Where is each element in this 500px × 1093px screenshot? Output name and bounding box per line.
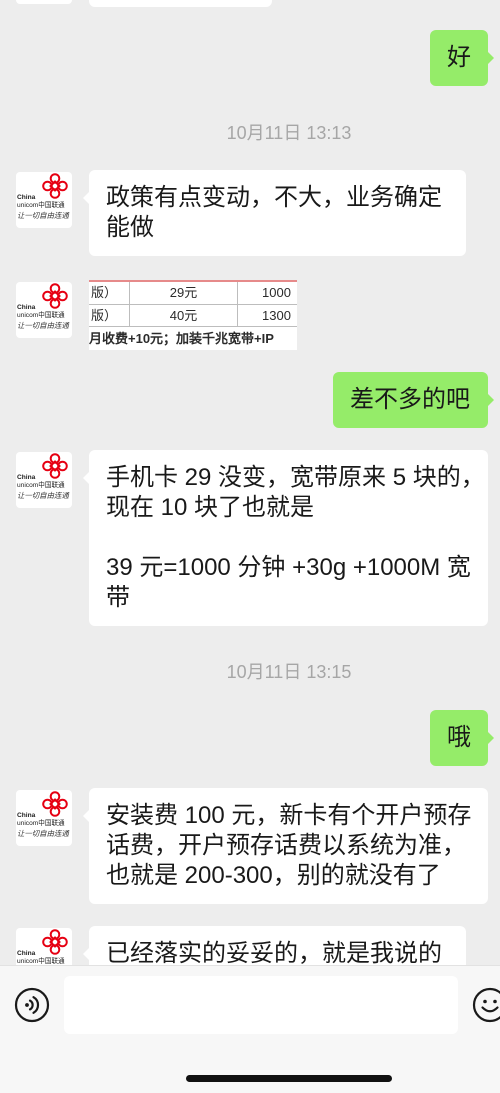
home-indicator[interactable] — [186, 1075, 392, 1082]
received-message-bubble[interactable]: 已经落实的妥妥的，就是我说的 — [83, 926, 466, 965]
message-text: 也就是 200-300，别的就没有了 — [106, 862, 441, 889]
contact-avatar[interactable]: China unicom中国联通 让一切自由连通 — [16, 928, 72, 965]
logo-text: unicom中国联通 — [17, 956, 65, 965]
table-cell: 版） — [89, 282, 130, 304]
message-text: 安装费 100 元，新卡有个开户预存 — [106, 802, 472, 829]
message-list[interactable]: 好 10月11日 13:13 China unicom中国联通 让一切自由连通 … — [0, 0, 500, 965]
table-row: 版） 29元 1000 — [89, 282, 297, 305]
table-cell: 版） — [89, 305, 130, 326]
message-text: 话费，开户预存话费以系统为准， — [106, 832, 466, 859]
message-text: 能做 — [106, 214, 154, 241]
timestamp: 10月11日 13:13 — [226, 123, 352, 143]
message-text: 现在 10 块了也就是 — [106, 494, 315, 521]
logo-text: China — [17, 194, 36, 201]
table-cell: 1000 — [262, 285, 291, 300]
sent-message-bubble[interactable]: 差不多的吧 — [333, 372, 494, 428]
message-input[interactable] — [64, 976, 458, 1034]
contact-avatar[interactable]: China unicom中国联通 让一切自由连通 — [16, 172, 72, 228]
message-text: 带 — [106, 584, 130, 611]
received-message-bubble-partial[interactable] — [89, 0, 272, 7]
timestamp: 10月11日 13:15 — [226, 662, 352, 682]
table-row: 版） 40元 1300 — [89, 305, 297, 327]
message-text: 好 — [447, 44, 471, 71]
emoji-icon[interactable] — [472, 987, 500, 1023]
logo-text: unicom中国联通 — [17, 480, 65, 489]
image-message[interactable]: 版） 29元 1000 版） 40元 1300 月收费+10元；加装千兆宽带+I… — [89, 280, 297, 350]
logo-slogan: 让一切自由连通 — [17, 491, 70, 500]
table-cell: 40元 — [130, 305, 238, 326]
input-bar — [0, 965, 500, 1093]
contact-avatar-partial[interactable] — [16, 0, 72, 4]
received-message-bubble[interactable]: 安装费 100 元，新卡有个开户预存 话费，开户预存话费以系统为准， 也就是 2… — [83, 788, 488, 904]
table-cell: 1300 — [262, 308, 291, 323]
logo-text: unicom中国联通 — [17, 200, 65, 209]
china-unicom-logo: China unicom中国联通 让一切自由连通 — [17, 791, 70, 838]
message-text: 政策有点变动，不大，业务确定 — [106, 184, 442, 211]
logo-text: China — [17, 812, 36, 819]
logo-slogan: 让一切自由连通 — [17, 321, 70, 330]
china-unicom-logo: China unicom中国联通 让一切自由连通 — [17, 173, 70, 220]
logo-text: unicom中国联通 — [17, 818, 65, 827]
contact-avatar[interactable]: China unicom中国联通 让一切自由连通 — [16, 282, 72, 338]
china-unicom-logo: China unicom中国联通 让一切自由连通 — [17, 283, 70, 330]
message-text: 已经落实的妥妥的，就是我说的 — [106, 940, 442, 965]
message-text: 手机卡 29 没变，宽带原来 5 块的， — [106, 464, 485, 491]
china-unicom-logo: China unicom中国联通 让一切自由连通 — [17, 929, 68, 965]
message-text: 39 元=1000 分钟 +30g +1000M 宽 — [106, 554, 471, 581]
message-text: 哦 — [447, 724, 471, 751]
contact-avatar[interactable]: China unicom中国联通 让一切自由连通 — [16, 790, 72, 846]
sent-message-bubble[interactable]: 好 — [430, 30, 494, 86]
sent-message-bubble[interactable]: 哦 — [430, 710, 494, 766]
logo-text: China — [17, 474, 36, 481]
image-note-text: 月收费+10元；加装千兆宽带+IP — [89, 331, 274, 346]
voice-icon[interactable] — [14, 987, 50, 1023]
logo-text: China — [17, 950, 36, 957]
logo-slogan: 让一切自由连通 — [17, 211, 70, 220]
logo-text: China — [17, 304, 36, 311]
table-cell: 29元 — [130, 282, 238, 304]
logo-slogan: 让一切自由连通 — [17, 829, 70, 838]
contact-avatar[interactable]: China unicom中国联通 让一切自由连通 — [16, 452, 72, 508]
received-message-bubble[interactable]: 手机卡 29 没变，宽带原来 5 块的， 现在 10 块了也就是 39 元=10… — [83, 450, 488, 626]
logo-text: unicom中国联通 — [17, 310, 65, 319]
china-unicom-logo: China unicom中国联通 让一切自由连通 — [17, 453, 70, 500]
chat-screen: 好 10月11日 13:13 China unicom中国联通 让一切自由连通 … — [0, 0, 500, 1093]
received-message-bubble[interactable]: 政策有点变动，不大，业务确定 能做 — [83, 170, 466, 256]
message-text: 差不多的吧 — [350, 386, 470, 413]
